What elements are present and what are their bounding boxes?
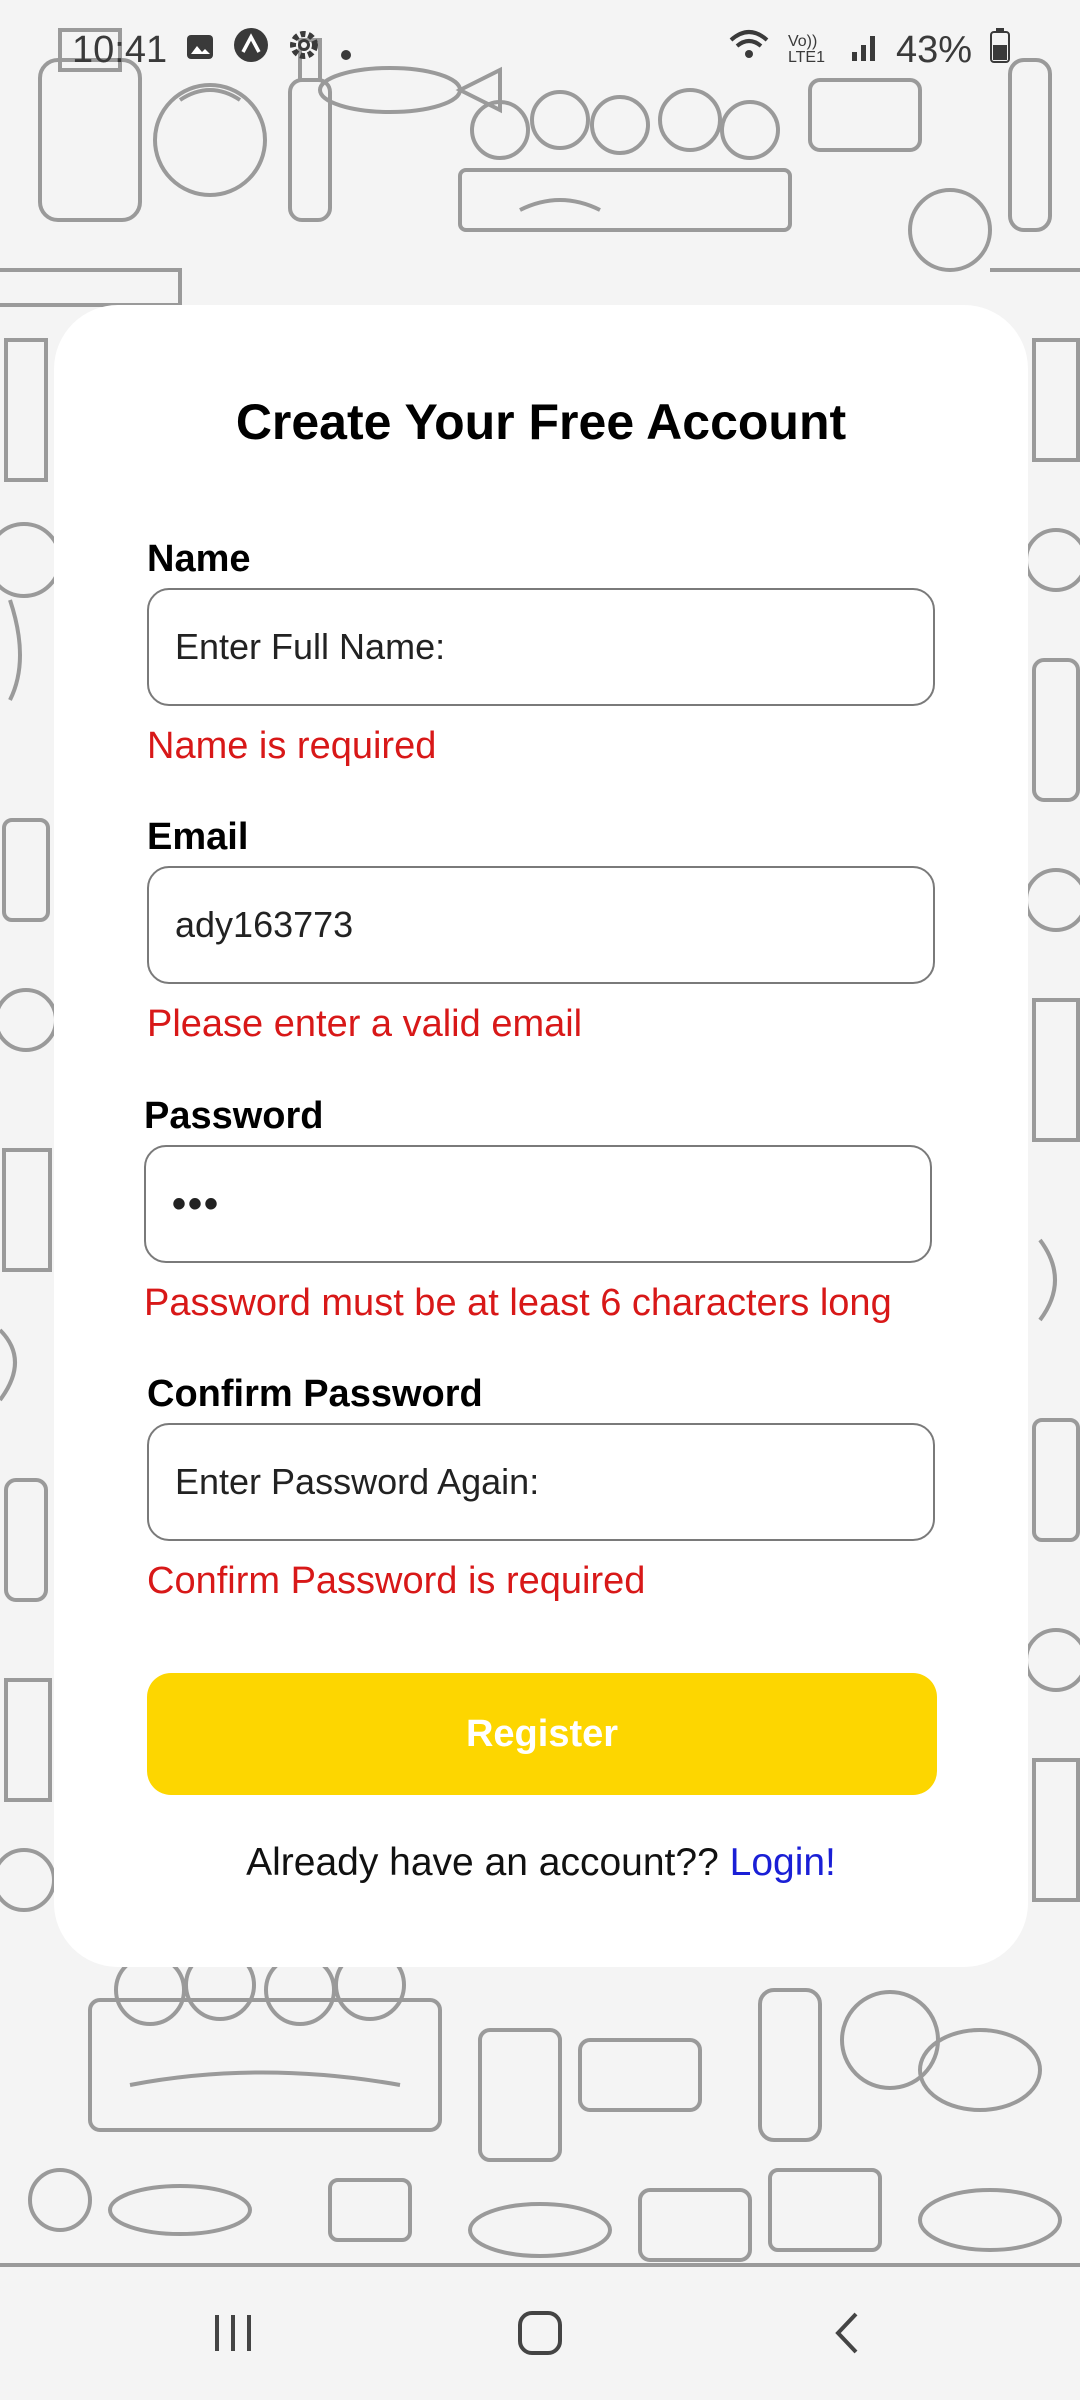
login-link[interactable]: Login! [730,1841,836,1884]
name-label: Name [147,538,251,580]
status-time: 10:41 [72,28,168,71]
recents-icon [211,2313,255,2358]
register-button[interactable]: Register [147,1673,937,1795]
confirm-password-error: Confirm Password is required [147,1560,646,1602]
login-prompt-text: Already have an account?? [246,1841,719,1884]
name-input[interactable] [175,626,933,668]
password-label: Password [144,1095,324,1137]
confirm-password-field[interactable] [147,1423,935,1541]
name-error: Name is required [147,725,437,767]
email-label: Email [147,816,249,858]
battery-icon [990,27,1010,73]
notification-dot-icon [339,29,353,72]
battery-percent: 43% [895,28,972,71]
confirm-password-input[interactable] [175,1461,933,1503]
image-icon [185,29,215,72]
status-left: 10:41 [72,27,353,73]
login-prompt-row: Already have an account?? Login! [54,1841,1028,1885]
confirm-password-label: Confirm Password [147,1373,483,1415]
navigation-bar [0,2270,1080,2400]
password-error: Password must be at least 6 characters l… [144,1282,892,1324]
back-icon [832,2310,862,2361]
app-icon [233,27,269,73]
home-icon [517,2310,563,2361]
name-field[interactable] [147,588,935,706]
home-button[interactable] [480,2285,600,2385]
password-field[interactable] [144,1145,932,1263]
network-label: Vo)) LTE1 [787,33,825,66]
wifi-icon [728,28,770,72]
email-field[interactable] [147,866,935,984]
email-error: Please enter a valid email [147,1003,583,1045]
signal-icon [850,29,878,72]
email-input[interactable] [175,904,933,946]
back-button[interactable] [787,2285,907,2385]
recents-button[interactable] [173,2285,293,2385]
status-right: Vo)) LTE1 43% [728,27,1010,73]
status-bar: 10:41 Vo)) LTE1 43% [0,0,1080,100]
password-input[interactable] [172,1181,930,1227]
page-title: Create Your Free Account [235,394,847,450]
register-card: Create Your Free Account Name Name is re… [54,305,1028,1967]
gear-icon [287,28,321,72]
